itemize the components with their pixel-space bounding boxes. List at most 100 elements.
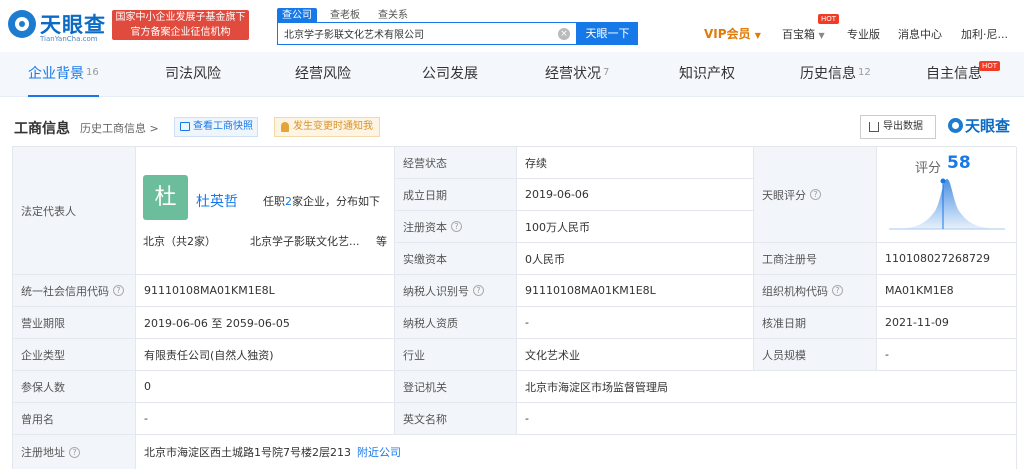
term-value: 2019-06-06 至 2059-06-05 bbox=[136, 307, 395, 339]
tab-history[interactable]: 历史信息 12 bbox=[800, 52, 871, 97]
tab-count: 16 bbox=[86, 67, 99, 78]
status-value: 存续 bbox=[517, 147, 754, 179]
export-button[interactable]: 导出数据 bbox=[860, 115, 936, 139]
tab-operations[interactable]: 经营状况 7 bbox=[545, 52, 609, 97]
snapshot-label: 查看工商快照 bbox=[193, 121, 253, 132]
search-input[interactable] bbox=[278, 23, 548, 44]
baibaoxiang-link[interactable]: 百宝箱 ▼ bbox=[782, 26, 825, 42]
clear-icon[interactable]: × bbox=[558, 28, 570, 40]
search-tab-company[interactable]: 查公司 bbox=[277, 8, 317, 23]
industry-value: 文化艺术业 bbox=[517, 339, 754, 371]
eye-logo-icon bbox=[948, 118, 963, 133]
legal-rep-company[interactable]: 北京学子影联文化艺... bbox=[250, 233, 360, 249]
history-business-info-link[interactable]: 历史工商信息 > bbox=[80, 120, 159, 136]
business-info-header: 工商信息 历史工商信息 > 查看工商快照 发生变更时通知我 导出数据 天眼查 bbox=[0, 110, 1024, 140]
question-icon[interactable]: ? bbox=[832, 285, 843, 296]
tianyancha-logo[interactable]: 天眼查 TianYanCha.com bbox=[8, 6, 105, 46]
notify-button[interactable]: 发生变更时通知我 bbox=[274, 117, 380, 137]
tab-count: 7 bbox=[603, 67, 610, 78]
score-marker bbox=[940, 178, 946, 184]
section-title: 工商信息 bbox=[14, 121, 70, 137]
pro-version-link[interactable]: 专业版 bbox=[847, 26, 880, 42]
eye-logo-icon bbox=[8, 10, 36, 38]
regno-label: 工商注册号 bbox=[754, 243, 877, 275]
legal-rep-label: 法定代表人 bbox=[13, 147, 136, 275]
tab-label: 公司发展 bbox=[422, 66, 478, 82]
tab-operating-risk[interactable]: 经营风险 bbox=[295, 52, 351, 97]
nearby-companies-link[interactable]: 附近公司 bbox=[357, 444, 401, 460]
founded-label: 成立日期 bbox=[395, 179, 517, 211]
taxid-label: 纳税人识别号? bbox=[395, 275, 517, 307]
camera-icon bbox=[180, 122, 190, 131]
question-icon[interactable]: ? bbox=[69, 446, 80, 458]
notify-label: 发生变更时通知我 bbox=[293, 121, 373, 132]
tab-development[interactable]: 公司发展 bbox=[422, 52, 478, 97]
founded-value: 2019-06-06 bbox=[517, 179, 754, 211]
vip-member-link[interactable]: VIP会员 ▼ bbox=[704, 25, 761, 42]
distribution-area bbox=[889, 179, 1005, 229]
taxid-label-text: 纳税人识别号 bbox=[403, 284, 469, 298]
company-type-label: 企业类型 bbox=[13, 339, 136, 371]
former-name-value: - bbox=[136, 403, 395, 435]
staff-size-label: 人员规模 bbox=[754, 339, 877, 371]
user-menu[interactable]: 加利·尼... bbox=[961, 26, 1008, 42]
score-label-text: 天眼评分 bbox=[762, 188, 806, 202]
score-chart-cell[interactable]: 评分 58 bbox=[877, 147, 1017, 243]
search-tab-relation[interactable]: 查关系 bbox=[373, 8, 413, 23]
tab-label: 经营风险 bbox=[295, 66, 351, 82]
taxpayer-label: 纳税人资质 bbox=[395, 307, 517, 339]
insured-value: 0 bbox=[136, 371, 395, 403]
address-value: 北京市海淀区西土城路1号院7号楼2层213 bbox=[144, 446, 351, 459]
vip-label: VIP会员 bbox=[704, 27, 751, 41]
hot-badge: HOT bbox=[979, 61, 1001, 71]
snapshot-button[interactable]: 查看工商快照 bbox=[174, 117, 258, 137]
regno-value: 110108027268729 bbox=[877, 243, 1017, 275]
tab-label: 知识产权 bbox=[679, 66, 735, 82]
score-caption: 评分 bbox=[915, 161, 942, 176]
question-icon[interactable]: ? bbox=[473, 285, 484, 296]
tab-ip[interactable]: 知识产权 bbox=[679, 52, 735, 97]
tab-count: 12 bbox=[858, 67, 871, 78]
capital-label: 注册资本? bbox=[395, 211, 517, 243]
taxpayer-value: - bbox=[517, 307, 754, 339]
company-type-value: 有限责任公司(自然人独资) bbox=[136, 339, 395, 371]
legal-rep-etc: 等 bbox=[376, 235, 387, 248]
question-icon[interactable]: ? bbox=[451, 221, 462, 232]
question-icon[interactable]: ? bbox=[810, 189, 821, 200]
message-center-link[interactable]: 消息中心 bbox=[898, 26, 942, 42]
english-name-label: 英文名称 bbox=[395, 403, 517, 435]
business-info-table: 法定代表人 杜 杜英哲 任职2家企业，分布如下 北京（共2家） 北京学子影联文化… bbox=[12, 146, 1017, 469]
staff-size-value: - bbox=[877, 339, 1017, 371]
search-button[interactable]: 天眼一下 bbox=[577, 22, 638, 45]
avatar[interactable]: 杜 bbox=[143, 175, 188, 220]
score-value: 58 bbox=[947, 153, 971, 173]
export-label: 导出数据 bbox=[883, 121, 923, 132]
caret-down-icon: ▼ bbox=[818, 31, 825, 40]
search-type-tabs: 查公司 查老板 查关系 bbox=[277, 7, 421, 23]
search-tab-boss[interactable]: 查老板 bbox=[325, 8, 365, 23]
tab-background[interactable]: 企业背景 16 bbox=[28, 52, 99, 97]
orgcode-label-text: 组织机构代码 bbox=[762, 284, 828, 298]
positions-prefix: 任职 bbox=[263, 195, 285, 208]
paid-capital-value: 0人民币 bbox=[517, 243, 754, 275]
section-tabs: 企业背景 16 司法风险 经营风险 公司发展 经营状况 7 知识产权 历史信息 12 … bbox=[0, 52, 1024, 97]
legal-rep-positions: 任职2家企业，分布如下 bbox=[263, 193, 380, 209]
badge-line-1: 国家中小企业发展子基金旗下 bbox=[115, 12, 246, 23]
authority-value: 北京市海淀区市场监督管理局 bbox=[517, 371, 1017, 403]
orgcode-label: 组织机构代码? bbox=[754, 275, 877, 307]
legal-rep-cell: 杜 杜英哲 任职2家企业，分布如下 北京（共2家） 北京学子影联文化艺... 等 bbox=[136, 147, 395, 275]
tab-self-info[interactable]: 自主信息 bbox=[926, 52, 982, 97]
orgcode-value: MA01KM1E8 bbox=[877, 275, 1017, 307]
question-icon[interactable]: ? bbox=[113, 285, 124, 296]
brand-text: 天眼查 bbox=[965, 117, 1011, 135]
logo-domain: TianYanCha.com bbox=[40, 35, 98, 43]
approve-date-value: 2021-11-09 bbox=[877, 307, 1017, 339]
positions-suffix: 家企业，分布如下 bbox=[292, 195, 380, 208]
english-name-value: - bbox=[517, 403, 1017, 435]
positions-count[interactable]: 2 bbox=[285, 195, 292, 208]
credit-label-text: 统一社会信用代码 bbox=[21, 284, 109, 298]
score-distribution-chart bbox=[889, 178, 1005, 230]
address-value-cell: 北京市海淀区西土城路1号院7号楼2层213 附近公司 bbox=[136, 435, 1017, 469]
legal-rep-name[interactable]: 杜英哲 bbox=[196, 191, 238, 211]
tab-legal-risk[interactable]: 司法风险 bbox=[165, 52, 221, 97]
